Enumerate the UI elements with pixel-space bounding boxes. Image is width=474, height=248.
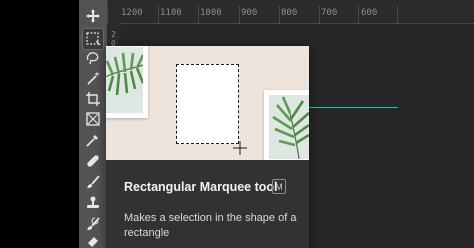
brush-icon xyxy=(87,175,100,188)
ruler-label: 2 xyxy=(111,30,116,39)
magic-wand-tool[interactable] xyxy=(83,68,103,88)
ruler-tick xyxy=(107,6,108,23)
ruler-tick xyxy=(239,6,240,23)
ruler-label: 1100 xyxy=(160,8,182,18)
ruler-tick xyxy=(279,6,280,23)
rect-marquee-icon xyxy=(86,32,101,46)
frame-tool[interactable] xyxy=(83,109,103,129)
ruler-tick xyxy=(198,6,199,23)
tooltip-description: Makes a selection in the shape of a rect… xyxy=(124,212,297,239)
bandage-icon xyxy=(87,155,99,167)
crosshair-cursor-icon xyxy=(233,141,247,155)
tooltip-preview-image xyxy=(106,46,309,160)
ruler-tick xyxy=(358,6,359,23)
clone-stamp-tool[interactable] xyxy=(83,193,103,213)
eraser-icon xyxy=(88,237,98,247)
rectangular-marquee-tool[interactable] xyxy=(82,28,104,50)
ruler-label: 900 xyxy=(241,8,258,18)
ruler-label: 1000 xyxy=(200,8,222,18)
history-brush-icon xyxy=(87,217,100,230)
move-icon xyxy=(86,9,100,23)
ruler-label: 1200 xyxy=(121,8,143,18)
ruler-tick xyxy=(397,6,398,23)
photo-frame xyxy=(106,46,148,118)
frame-icon xyxy=(86,112,100,126)
tool-tooltip: Rectangular Marquee tool M Makes a selec… xyxy=(106,46,309,248)
move-tool[interactable] xyxy=(83,6,103,26)
brush-tool[interactable] xyxy=(83,172,103,192)
ruler-tick xyxy=(319,6,320,23)
ruler-label: 700 xyxy=(321,8,338,18)
shortcut-badge: M xyxy=(272,179,286,194)
horizontal-ruler: 1200 1100 1000 900 800 700 600 xyxy=(107,5,474,24)
palm-leaf-illustration xyxy=(106,52,143,96)
healing-brush-tool[interactable] xyxy=(83,151,103,171)
selection-marquee xyxy=(176,64,239,144)
eraser-tool[interactable] xyxy=(83,234,103,248)
leaf-photo xyxy=(269,95,309,159)
history-brush-tool[interactable] xyxy=(83,214,103,234)
eyedropper-tool[interactable] xyxy=(83,130,103,150)
tooltip-title: Rectangular Marquee tool xyxy=(124,180,278,194)
stamp-icon xyxy=(87,196,99,208)
toolbar xyxy=(79,0,108,248)
leaf-photo xyxy=(106,47,143,113)
lasso-tool[interactable] xyxy=(83,48,103,68)
ruler-label: 800 xyxy=(281,8,298,18)
crop-icon xyxy=(86,92,100,106)
guide-line xyxy=(309,107,398,108)
photo-frame xyxy=(264,90,309,160)
eyedropper-icon xyxy=(86,135,98,147)
magic-wand-icon xyxy=(87,71,100,85)
ruler-label: 600 xyxy=(361,8,378,18)
ruler-tick xyxy=(158,6,159,23)
palm-leaf-illustration xyxy=(272,96,309,159)
crop-tool[interactable] xyxy=(83,89,103,109)
lasso-icon xyxy=(86,52,99,65)
